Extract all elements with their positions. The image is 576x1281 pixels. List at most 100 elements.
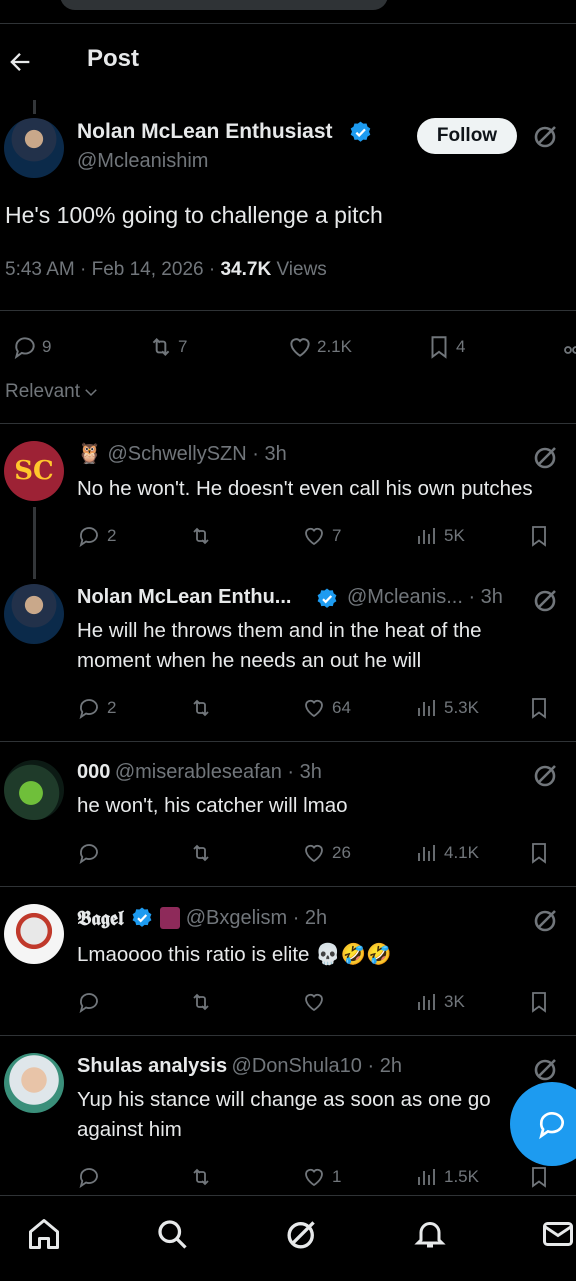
reply-count: 9 <box>42 337 52 356</box>
reply-action[interactable] <box>77 841 107 865</box>
author-name[interactable]: Nolan McLean Enthusiast <box>77 120 333 144</box>
bookmark-action[interactable] <box>527 1165 551 1189</box>
like-action[interactable]: 26 <box>302 841 351 865</box>
bookmark-icon <box>532 843 546 864</box>
repost-count: 7 <box>178 337 188 356</box>
grok-icon[interactable] <box>532 443 560 471</box>
divider <box>0 310 576 311</box>
avatar[interactable] <box>4 760 64 820</box>
status-pill <box>60 0 388 10</box>
reply-author-name[interactable]: Nolan McLean Enthu... <box>77 586 291 609</box>
home-icon[interactable] <box>26 1216 62 1252</box>
grok-icon[interactable] <box>532 586 560 614</box>
avatar[interactable]: SC <box>4 441 64 501</box>
reply-text-line1: Yup his stance will change as soon as on… <box>77 1088 491 1111</box>
avatar[interactable] <box>4 118 64 178</box>
reply-text: No he won't. He doesn't even call his ow… <box>77 477 533 500</box>
like-action[interactable] <box>302 990 332 1014</box>
divider <box>0 886 576 887</box>
reply-author-name[interactable]: 𝕭𝖆𝖌𝖊𝖑 <box>77 906 124 930</box>
reply-text-line1: He will he throws them and in the heat o… <box>77 619 482 642</box>
repost-action[interactable] <box>189 990 219 1014</box>
notifications-icon[interactable] <box>412 1216 448 1252</box>
divider <box>0 423 576 424</box>
bookmark-icon <box>431 336 447 359</box>
owl-emoji: 🦉 <box>77 443 102 465</box>
reply-action[interactable] <box>77 990 107 1014</box>
views-action[interactable]: 1.5K <box>414 1165 479 1189</box>
bookmark-action[interactable] <box>527 524 551 548</box>
like-action[interactable]: 7 <box>302 524 341 548</box>
follow-button[interactable]: Follow <box>417 118 517 154</box>
reply-icon <box>79 527 98 548</box>
repost-icon <box>152 338 170 356</box>
grok-icon[interactable] <box>532 122 560 150</box>
reply-icon <box>79 993 98 1014</box>
grok-icon[interactable] <box>284 1216 320 1252</box>
like-icon <box>305 993 323 1012</box>
reply-handle[interactable]: @miserableseafan · 3h <box>115 761 322 783</box>
repost-action[interactable] <box>189 696 219 720</box>
reply-handle[interactable]: @SchwellySZN · 3h <box>107 443 286 465</box>
reply-action[interactable]: 2 <box>77 524 116 548</box>
reply-handle[interactable]: @DonShula10 · 2h <box>232 1055 402 1077</box>
views-count: 4.1K <box>444 843 479 862</box>
reply-action[interactable]: 9 <box>12 334 51 360</box>
repost-icon <box>193 527 209 545</box>
reply-header: 🦉 @SchwellySZN · 3h <box>77 441 287 466</box>
like-action[interactable]: 2.1K <box>287 334 352 360</box>
share-icon[interactable] <box>562 338 576 356</box>
repost-action[interactable] <box>189 841 219 865</box>
bookmark-action[interactable] <box>527 841 551 865</box>
like-count: 64 <box>332 698 351 717</box>
avatar[interactable] <box>4 904 64 964</box>
bookmark-icon <box>532 526 546 547</box>
views-action[interactable]: 4.1K <box>414 841 479 865</box>
avatar[interactable] <box>4 1053 64 1113</box>
reply-action[interactable] <box>77 1165 107 1189</box>
reply-icon <box>79 1168 98 1189</box>
bookmark-action[interactable] <box>527 696 551 720</box>
reply-author-name[interactable]: Shulas analysis <box>77 1055 227 1077</box>
like-icon <box>290 338 310 357</box>
avatar[interactable] <box>4 584 64 644</box>
reply-author-name[interactable]: 000 <box>77 761 110 783</box>
like-action[interactable]: 64 <box>302 696 351 720</box>
grok-icon[interactable] <box>532 1055 560 1083</box>
repost-action[interactable] <box>189 1165 219 1189</box>
bookmark-action[interactable] <box>527 990 551 1014</box>
views-icon <box>418 1169 435 1185</box>
bottom-nav <box>0 1195 576 1281</box>
reply-action[interactable]: 2 <box>77 696 116 720</box>
views-icon <box>418 845 435 861</box>
repost-action[interactable]: 7 <box>148 334 187 360</box>
bookmark-icon <box>532 698 546 719</box>
reply-handle[interactable]: @Mcleanis... · 3h <box>347 586 503 609</box>
search-icon[interactable] <box>154 1216 190 1252</box>
like-count: 2.1K <box>317 337 352 356</box>
sort-dropdown[interactable]: Relevant <box>5 381 100 403</box>
repost-action[interactable] <box>189 524 219 548</box>
post-meta: 5:43 AM · Feb 14, 2026 · 34.7K Views <box>5 259 327 281</box>
like-count: 26 <box>332 843 351 862</box>
repost-icon <box>193 993 209 1011</box>
back-arrow-icon[interactable] <box>6 48 34 76</box>
like-action[interactable]: 1 <box>302 1165 341 1189</box>
messages-icon[interactable] <box>540 1216 576 1252</box>
views-action[interactable]: 5K <box>414 524 465 548</box>
like-count: 1 <box>332 1167 342 1186</box>
like-count: 7 <box>332 526 342 545</box>
divider <box>0 741 576 742</box>
views-action[interactable]: 3K <box>414 990 465 1014</box>
reply-header: 𝕭𝖆𝖌𝖊𝖑 @Bxgelism · 2h <box>77 906 327 930</box>
like-icon <box>305 1168 323 1187</box>
bookmark-action[interactable]: 4 <box>426 334 465 360</box>
post-text: He's 100% going to challenge a pitch <box>5 202 383 228</box>
verified-badge-icon <box>315 587 339 616</box>
views-action[interactable]: 5.3K <box>414 696 479 720</box>
reply-handle[interactable]: @Bxgelism · 2h <box>186 907 327 930</box>
grok-icon[interactable] <box>532 906 560 934</box>
grok-icon[interactable] <box>532 761 560 789</box>
reply-header: 000 @miserableseafan · 3h <box>77 761 322 784</box>
author-handle[interactable]: @Mcleanishim <box>77 150 208 173</box>
